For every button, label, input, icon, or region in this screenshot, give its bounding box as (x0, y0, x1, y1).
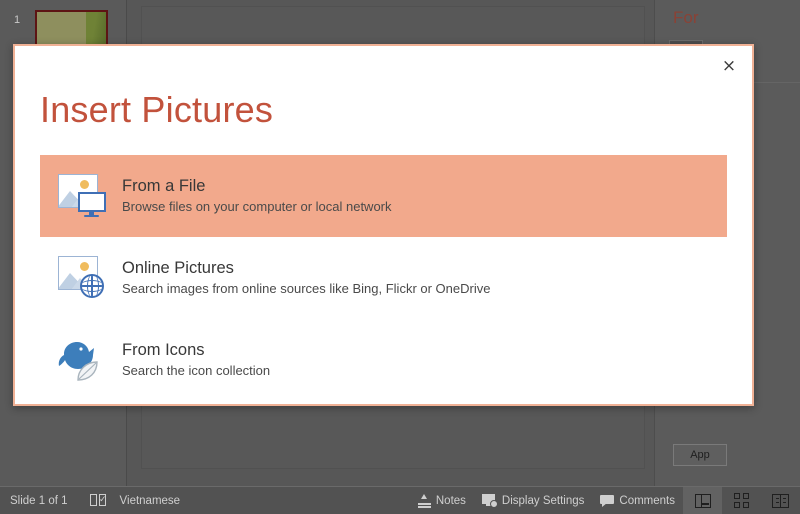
proofing-icon[interactable]: ✓ (90, 487, 106, 514)
slide-sorter-icon (734, 493, 749, 508)
powerpoint-window: 1 For F (0, 0, 800, 514)
format-pane-title: For (673, 8, 699, 28)
option-from-icons-text: From Icons Search the icon collection (122, 340, 270, 380)
language-label[interactable]: Vietnamese (120, 487, 189, 514)
status-bar-right-group: Notes Display Settings Comments (410, 487, 800, 514)
display-settings-icon (482, 494, 497, 507)
option-online-pictures-description: Search images from online sources like B… (122, 281, 490, 298)
option-online-pictures[interactable]: Online Pictures Search images from onlin… (40, 237, 727, 319)
option-online-pictures-text: Online Pictures Search images from onlin… (122, 258, 490, 298)
comments-label: Comments (619, 495, 675, 507)
option-from-icons-title: From Icons (122, 340, 270, 361)
status-bar-left-group: Slide 1 of 1 ✓ Vietnamese (0, 487, 188, 514)
close-icon[interactable]: × (714, 53, 744, 79)
comment-icon (600, 495, 614, 507)
display-settings-label: Display Settings (502, 495, 584, 507)
slide-count-label: Slide 1 of 1 (10, 487, 76, 514)
status-bar: Slide 1 of 1 ✓ Vietnamese Notes Display … (0, 486, 800, 514)
notes-icon (418, 494, 431, 507)
picture-globe-icon (56, 254, 108, 302)
reading-view-button[interactable] (761, 487, 800, 514)
comments-button[interactable]: Comments (592, 487, 683, 514)
bird-leaf-icon (56, 336, 108, 384)
option-from-a-file-title: From a File (122, 176, 392, 197)
notes-button[interactable]: Notes (410, 487, 474, 514)
option-from-a-file[interactable]: From a File Browse files on your compute… (40, 155, 727, 237)
notes-label: Notes (436, 495, 466, 507)
option-from-icons-description: Search the icon collection (122, 363, 270, 380)
insert-source-list: From a File Browse files on your compute… (40, 155, 727, 401)
display-settings-button[interactable]: Display Settings (474, 487, 592, 514)
reading-view-icon (772, 494, 789, 508)
normal-view-icon (695, 494, 711, 508)
option-from-icons[interactable]: From Icons Search the icon collection (40, 319, 727, 401)
proofing-book-glyph: ✓ (90, 494, 106, 507)
dialog-title: Insert Pictures (40, 89, 273, 131)
option-online-pictures-title: Online Pictures (122, 258, 490, 279)
apply-to-all-button[interactable]: App (673, 444, 727, 466)
option-from-a-file-text: From a File Browse files on your compute… (122, 176, 392, 216)
option-from-a-file-description: Browse files on your computer or local n… (122, 199, 392, 216)
insert-pictures-dialog: × Insert Pictures From a File Bro (13, 44, 754, 406)
slide-thumbnail-number: 1 (14, 14, 20, 26)
normal-view-button[interactable] (683, 487, 722, 514)
picture-monitor-icon (56, 172, 108, 220)
slide-sorter-view-button[interactable] (722, 487, 761, 514)
